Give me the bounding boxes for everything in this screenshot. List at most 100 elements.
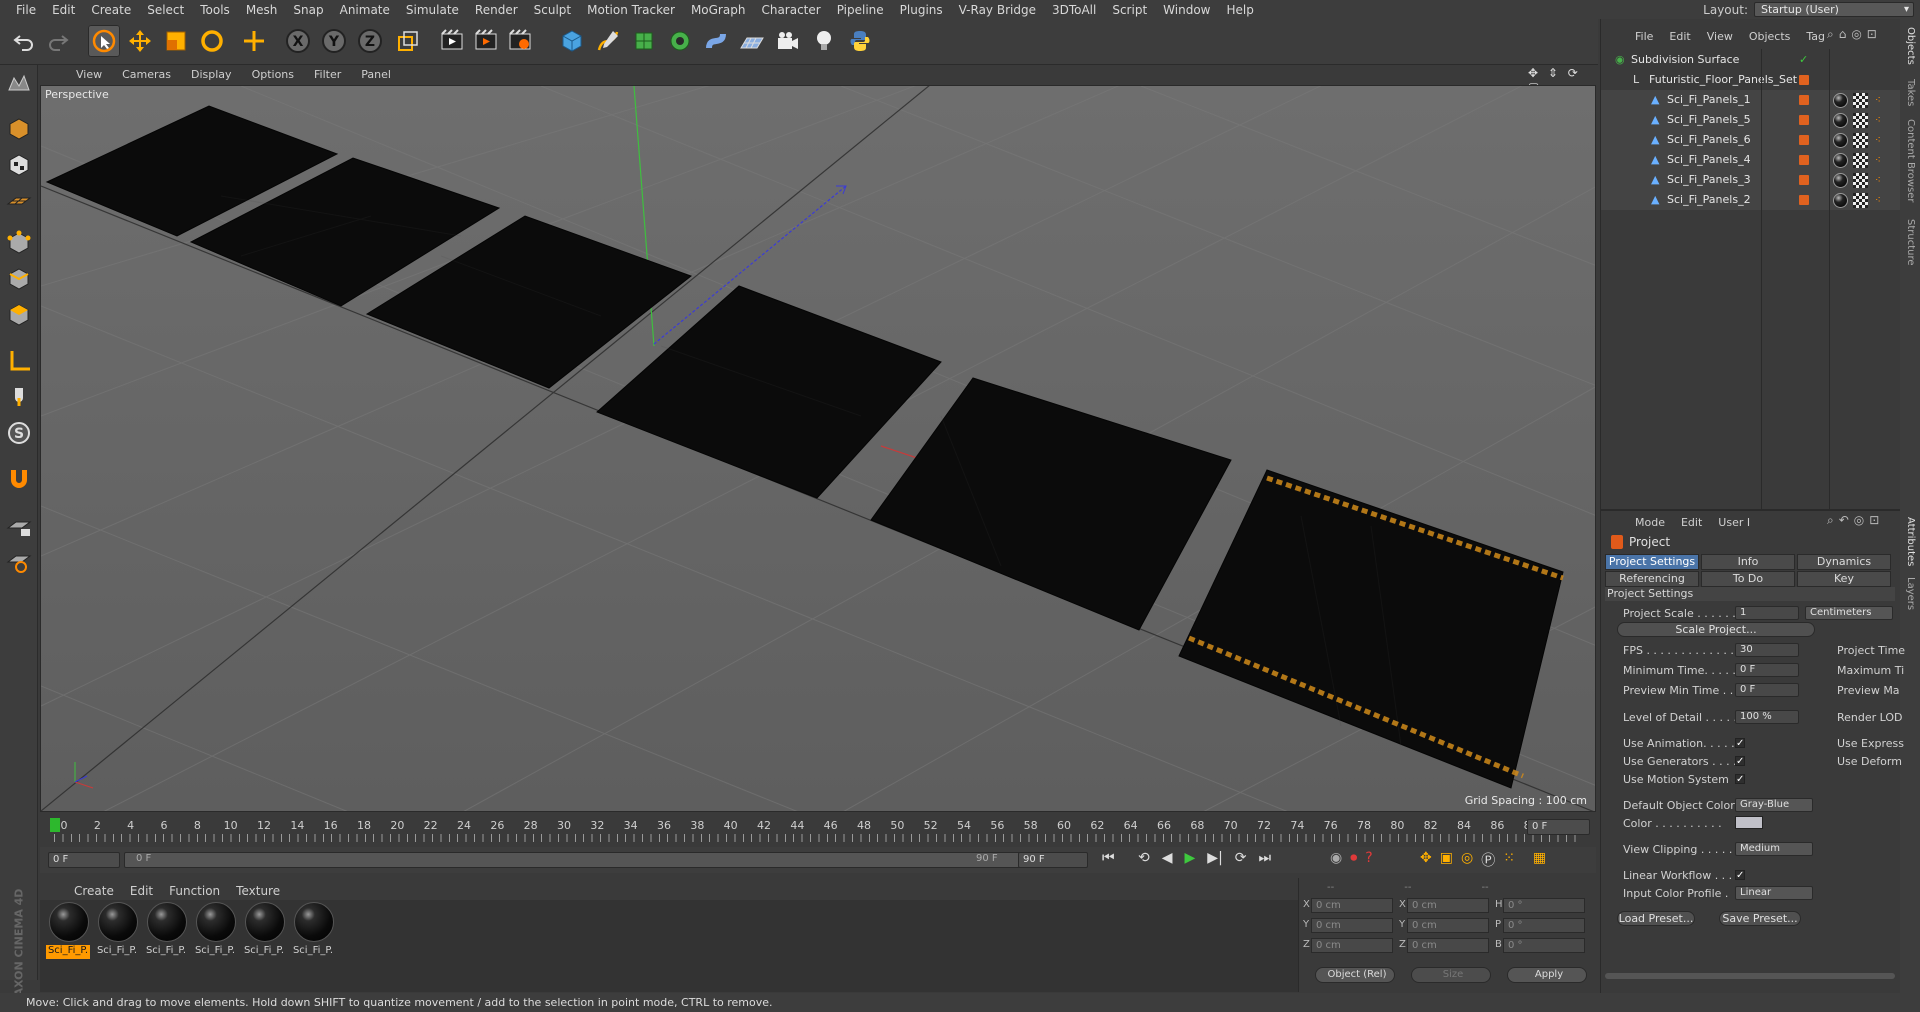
perspective-viewport[interactable]: Perspective Grid Spacing : 100 cm [40, 85, 1596, 812]
project-scale-unit-dropdown[interactable]: Centimeters [1805, 606, 1893, 620]
material-swatch[interactable]: Sci_Fi_P. [144, 902, 190, 962]
autokeying-icon[interactable]: ⏺ [1350, 850, 1357, 866]
tab-dynamics[interactable]: Dynamics [1797, 554, 1891, 570]
use-generators-checkbox[interactable]: ✓ [1735, 756, 1745, 767]
key-pla-icon[interactable]: ⁙ [1503, 850, 1515, 870]
material-tag-icon[interactable] [1833, 93, 1848, 108]
object-row[interactable]: ▲ Sci_Fi_Panels_4 ⁖ [1601, 150, 1901, 170]
play-icon[interactable]: ▶ [1185, 850, 1196, 866]
texture-tag-icon[interactable] [1853, 193, 1868, 208]
menu-snap[interactable]: Snap [285, 3, 331, 17]
light-icon[interactable] [808, 25, 840, 57]
workplane-mode-icon[interactable] [3, 185, 35, 217]
menu-mesh[interactable]: Mesh [238, 3, 286, 17]
level-of-detail-field[interactable]: 100 % [1735, 710, 1799, 724]
python-icon[interactable] [844, 25, 876, 57]
menu-pipeline[interactable]: Pipeline [829, 3, 892, 17]
texture-tag-icon[interactable] [1853, 93, 1868, 108]
menu-select[interactable]: Select [139, 3, 192, 17]
model-mode-icon[interactable] [3, 113, 35, 145]
tweak-mode-icon[interactable] [3, 381, 35, 413]
menu-simulate[interactable]: Simulate [398, 3, 467, 17]
menu-animate[interactable]: Animate [332, 3, 398, 17]
edges-mode-icon[interactable] [3, 263, 35, 295]
preview-min-time-field[interactable]: 0 F [1735, 683, 1799, 697]
attribute-menu-mode[interactable]: Mode [1627, 516, 1673, 529]
next-keyframe-icon[interactable]: ⟳ [1235, 850, 1247, 866]
material-menu-create[interactable]: Create [66, 884, 122, 898]
material-tag-icon[interactable] [1833, 113, 1848, 128]
camera-icon[interactable] [772, 25, 804, 57]
minimum-time-field[interactable]: 0 F [1735, 663, 1799, 677]
size-field[interactable]: 0 cm [1407, 898, 1489, 913]
render-view-icon[interactable] [436, 25, 468, 57]
viewport-menu-display[interactable]: Display [181, 68, 242, 81]
recent-tools-icon[interactable] [238, 25, 270, 57]
key-parameter-icon[interactable]: Ⓟ [1481, 850, 1495, 870]
material-swatch[interactable]: Sci_Fi_P. [95, 902, 141, 962]
key-position-icon[interactable]: ✥ [1420, 850, 1432, 870]
viewport-menu-view[interactable]: View [66, 68, 112, 81]
end-frame-field[interactable]: 90 F [1018, 852, 1088, 868]
material-tag-icon[interactable] [1833, 193, 1848, 208]
texture-tag-icon[interactable] [1853, 173, 1868, 188]
menu-tools[interactable]: Tools [192, 3, 238, 17]
menu-sculpt[interactable]: Sculpt [526, 3, 579, 17]
live-selection-icon[interactable] [88, 25, 120, 57]
viewport-menu-filter[interactable]: Filter [304, 68, 351, 81]
attribute-menu-edit[interactable]: Edit [1673, 516, 1710, 529]
menu-3dtoall[interactable]: 3DToAll [1044, 3, 1104, 17]
save-preset-button[interactable]: Save Preset... [1719, 911, 1801, 926]
timeline-ruler[interactable]: 0 2 4 6 8 10 12 14 16 18 20 22 24 26 28 30 32 34 36 38 40 42 4… [40, 812, 1596, 847]
object-manager-search-icons[interactable]: ⌕⌂◎⊡ [1827, 27, 1882, 42]
y-axis-lock-button[interactable]: Y [318, 25, 350, 57]
key-rotation-icon[interactable]: ◎ [1461, 850, 1473, 870]
scale-project-button[interactable]: Scale Project... [1617, 622, 1815, 637]
position-field[interactable]: 0 cm [1311, 918, 1393, 933]
deformer-icon[interactable] [700, 25, 732, 57]
material-tag-icon[interactable] [1833, 153, 1848, 168]
axis-mode-icon[interactable] [3, 345, 35, 377]
subdivision-icon[interactable] [628, 25, 660, 57]
selection-tag-icon[interactable]: ⁖ [1875, 193, 1890, 208]
material-swatch[interactable]: Sci_Fi_P. [193, 902, 239, 962]
z-axis-lock-button[interactable]: Z [354, 25, 386, 57]
object-menu-objects[interactable]: Objects [1741, 30, 1799, 43]
menu-script[interactable]: Script [1104, 3, 1155, 17]
scale-icon[interactable] [160, 25, 192, 57]
previous-frame-icon[interactable]: ◀ [1162, 850, 1173, 866]
coordinate-mode-dropdown[interactable]: Object (Rel) [1315, 967, 1395, 983]
object-row[interactable]: L Futuristic_Floor_Panels_Set [1601, 70, 1901, 90]
world-coordinates-icon[interactable] [392, 25, 424, 57]
rotation-field[interactable]: 0 ° [1503, 938, 1585, 953]
use-animation-checkbox[interactable]: ✓ [1735, 738, 1745, 749]
polygons-mode-icon[interactable] [3, 299, 35, 331]
workplane-lock-icon[interactable] [3, 509, 35, 541]
material-tag-icon[interactable] [1833, 173, 1848, 188]
size-field[interactable]: 0 cm [1407, 918, 1489, 933]
keyframe-selection-icon[interactable]: ? [1365, 850, 1372, 866]
menu-window[interactable]: Window [1155, 3, 1218, 17]
color-swatch[interactable] [1735, 816, 1763, 829]
rotate-icon[interactable] [196, 25, 228, 57]
view-clipping-dropdown[interactable]: Medium [1735, 842, 1813, 856]
next-frame-icon[interactable]: ▶| [1207, 850, 1222, 866]
menu-v-ray-bridge[interactable]: V-Ray Bridge [951, 3, 1044, 17]
texture-tag-icon[interactable] [1853, 153, 1868, 168]
linear-workflow-checkbox[interactable]: ✓ [1735, 870, 1745, 881]
project-scale-field[interactable]: 1 [1735, 606, 1799, 620]
timeline-window-icon[interactable]: ▦ [1533, 850, 1546, 870]
floor-icon[interactable] [736, 25, 768, 57]
selection-tag-icon[interactable]: ⁖ [1875, 113, 1890, 128]
menu-character[interactable]: Character [753, 3, 828, 17]
material-menu-texture[interactable]: Texture [228, 884, 288, 898]
object-row[interactable]: ▲ Sci_Fi_Panels_6 ⁖ [1601, 130, 1901, 150]
solo-icon[interactable]: S [3, 417, 35, 449]
preview-range-slider[interactable] [124, 852, 1052, 868]
material-menu-function[interactable]: Function [161, 884, 228, 898]
viewport-navigation-icons[interactable]: ✥ ⇕ ⟳ ▢ [1528, 66, 1590, 94]
menu-motion-tracker[interactable]: Motion Tracker [579, 3, 683, 17]
side-tab-attributes[interactable]: Attributes [1905, 517, 1916, 566]
material-swatch[interactable]: Sci_Fi_P. [242, 902, 288, 962]
default-object-color-dropdown[interactable]: Gray-Blue [1735, 798, 1813, 812]
